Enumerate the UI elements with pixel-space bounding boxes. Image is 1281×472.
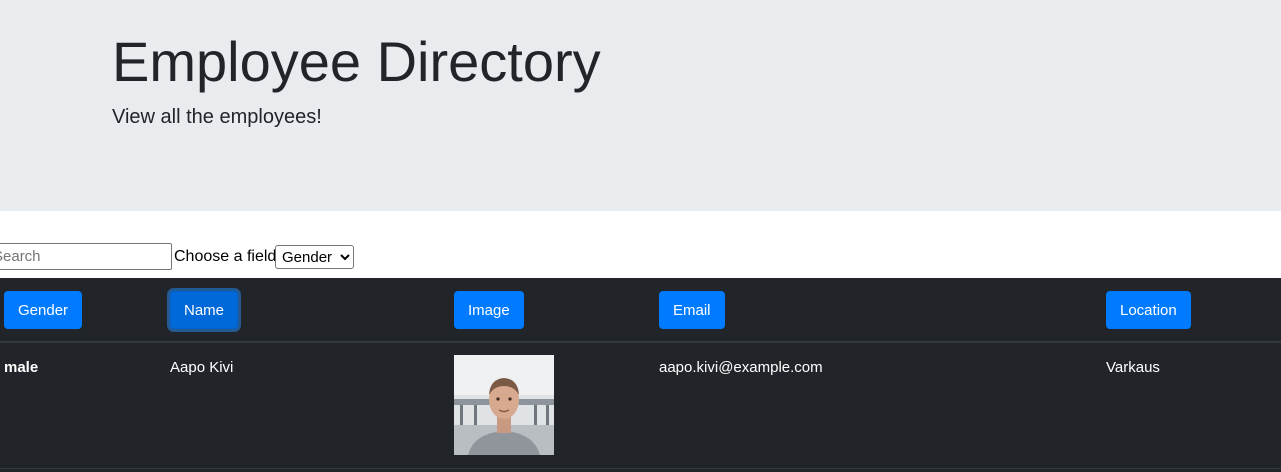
sort-name-button[interactable]: Name	[170, 291, 239, 329]
cell-location: Varkaus	[1106, 359, 1160, 376]
sort-email-button[interactable]: Email	[659, 291, 725, 329]
sort-location-button[interactable]: Location	[1106, 291, 1191, 329]
table-row: male Aapo Kivi aapo.kivi@example.com Var…	[0, 343, 1281, 469]
page-title: Employee Directory	[112, 30, 601, 93]
cell-name: Aapo Kivi	[170, 359, 234, 376]
search-input[interactable]	[0, 243, 172, 270]
sort-gender-button[interactable]: Gender	[4, 291, 83, 329]
field-select[interactable]: Gender	[275, 245, 354, 269]
cell-email: aapo.kivi@example.com	[659, 359, 823, 376]
cell-gender: male	[4, 359, 39, 376]
sort-image-button[interactable]: Image	[454, 291, 524, 329]
jumbotron: Employee Directory View all the employee…	[0, 0, 1281, 211]
page-lead: View all the employees!	[112, 106, 322, 128]
employee-photo-icon	[454, 355, 554, 455]
field-label: Choose a field:	[174, 248, 281, 265]
table-header-row: Gender Name Image Email Location	[0, 278, 1281, 343]
employee-table: Gender Name Image Email Location male Aa…	[0, 278, 1281, 472]
